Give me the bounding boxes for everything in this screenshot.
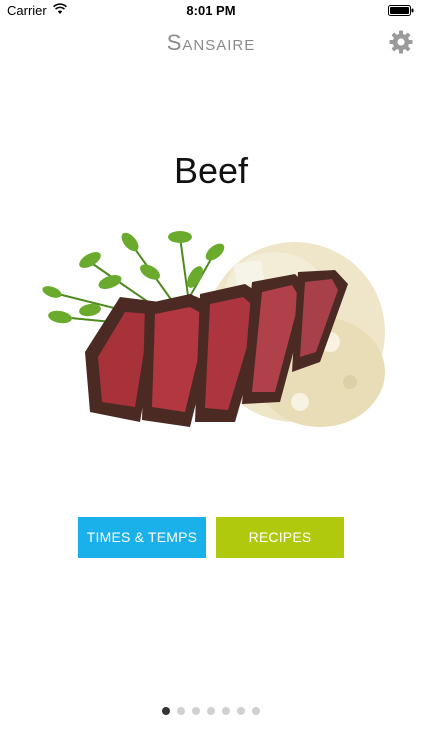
status-bar: Carrier 8:01 PM [0,0,422,22]
gear-icon[interactable] [388,29,414,55]
battery-icon [388,5,414,16]
page-dot[interactable] [192,707,200,715]
page-indicator[interactable] [0,707,422,715]
page-dot[interactable] [177,707,185,715]
page-dot[interactable] [237,707,245,715]
steak-image [42,231,385,427]
page-dot[interactable] [207,707,215,715]
recipes-button[interactable]: RECIPES [216,517,344,558]
page-dot[interactable] [162,707,170,715]
status-time: 8:01 PM [186,3,236,18]
page-dot[interactable] [252,707,260,715]
app-logo: Sansaire [166,30,256,55]
page-dot[interactable] [222,707,230,715]
category-title: Beef [173,150,249,191]
times-temps-button[interactable]: TIMES & TEMPS [78,517,206,558]
